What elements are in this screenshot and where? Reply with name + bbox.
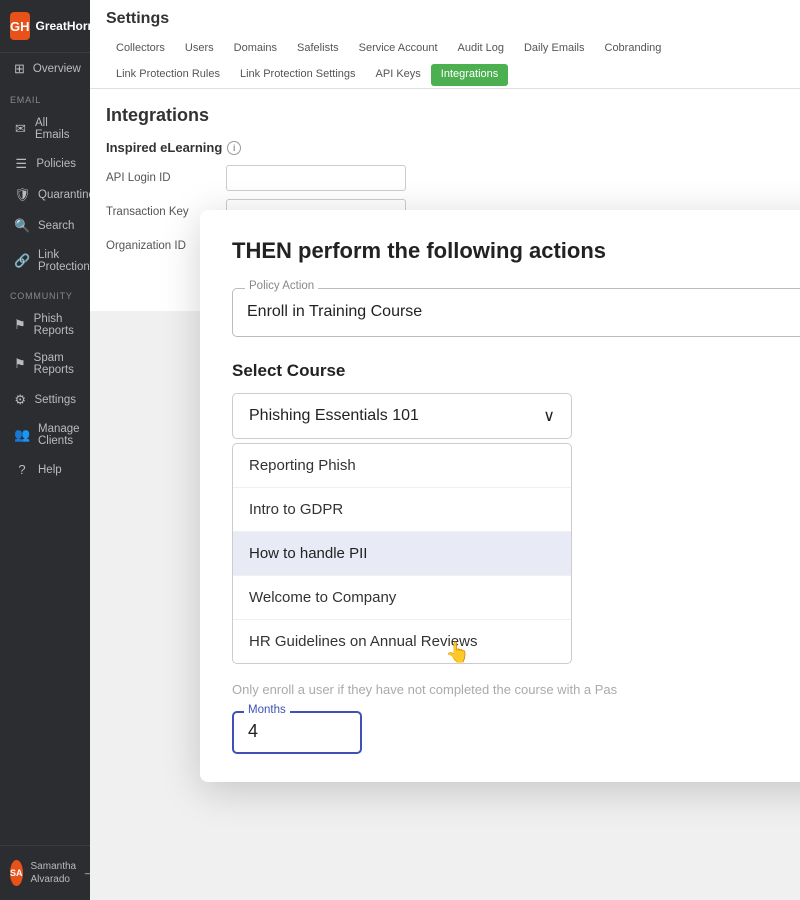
sidebar-item-help[interactable]: ? Help: [4, 455, 86, 484]
quarantine-icon: 🛡: [14, 187, 30, 203]
avatar: SA: [10, 860, 23, 886]
course-option-intro-to-gdpr[interactable]: Intro to GDPR: [233, 488, 571, 532]
overview-icon: ⊞: [14, 61, 25, 77]
course-option-reporting-phish[interactable]: Reporting Phish: [233, 444, 571, 488]
settings-tabs: Collectors Users Domains Safelists Servi…: [106, 36, 784, 88]
course-option-hr-guidelines[interactable]: HR Guidelines on Annual Reviews: [233, 620, 571, 663]
avatar-row: SA Samantha Alvarado ⇥: [0, 854, 90, 892]
tab-link-protection-rules[interactable]: Link Protection Rules: [106, 62, 230, 88]
policy-action-fieldset: Policy Action Enroll in Training Course …: [232, 288, 800, 337]
sidebar-item-phish-reports[interactable]: ⚑ Phish Reports: [4, 306, 86, 344]
logo-icon: GH: [10, 12, 30, 40]
info-icon[interactable]: i: [227, 141, 241, 155]
search-icon: 🔍: [14, 218, 30, 234]
sidebar-item-search[interactable]: 🔍 Search: [4, 211, 86, 241]
tab-service-account[interactable]: Service Account: [349, 36, 448, 62]
logo-text: GreatHorn: [36, 19, 95, 33]
sidebar-item-spam-reports[interactable]: ⚑ Spam Reports: [4, 345, 86, 383]
tab-domains[interactable]: Domains: [224, 36, 287, 62]
api-login-row: API Login ID: [106, 165, 784, 191]
sidebar-item-policies[interactable]: ☰ Policies: [4, 149, 86, 179]
sidebar-item-quarantine[interactable]: 🛡 Quarantine: [4, 180, 86, 210]
sidebar: GH GreatHorn ⊞ Overview EMAIL ✉ All Emai…: [0, 0, 90, 900]
tab-daily-emails[interactable]: Daily Emails: [514, 36, 595, 62]
tab-safelists[interactable]: Safelists: [287, 36, 349, 62]
policy-action-value: Enroll in Training Course: [247, 303, 422, 321]
overlay-title: THEN perform the following actions: [232, 238, 800, 264]
main-content: Settings Collectors Users Domains Safeli…: [90, 0, 800, 900]
user-name: Samantha Alvarado: [31, 860, 77, 886]
tab-collectors[interactable]: Collectors: [106, 36, 175, 62]
page-title: Settings: [106, 10, 784, 28]
sidebar-bottom: SA Samantha Alvarado ⇥: [0, 845, 90, 900]
policy-action-group: Policy Action Enroll in Training Course …: [232, 288, 800, 337]
settings-icon: ⚙: [14, 392, 26, 408]
course-option-how-to-handle-pii[interactable]: How to handle PII: [233, 532, 571, 576]
sidebar-section-email: EMAIL ✉ All Emails ☰ Policies 🛡 Quaranti…: [0, 85, 90, 281]
help-icon: ?: [14, 462, 30, 477]
policy-overlay: THEN perform the following actions Polic…: [200, 210, 800, 782]
course-chevron-icon: ∨: [543, 406, 555, 426]
policy-action-legend: Policy Action: [245, 280, 318, 292]
course-option-welcome-to-company[interactable]: Welcome to Company: [233, 576, 571, 620]
api-login-input[interactable]: [226, 165, 406, 191]
sidebar-item-all-emails[interactable]: ✉ All Emails: [4, 110, 86, 148]
months-value: 4: [248, 721, 346, 742]
email-section-label: EMAIL: [0, 85, 90, 109]
course-dropdown-button[interactable]: Phishing Essentials 101 ∨: [232, 393, 572, 439]
policy-action-dropdown[interactable]: Enroll in Training Course ∨: [247, 299, 800, 324]
sidebar-item-manage-clients[interactable]: 👥 Manage Clients: [4, 416, 86, 454]
policies-icon: ☰: [14, 156, 28, 172]
community-section-label: COMMUNITY: [0, 281, 90, 305]
tab-link-protection-settings[interactable]: Link Protection Settings: [230, 62, 366, 88]
months-fieldset: Months 4: [232, 711, 362, 754]
sidebar-section-bottom: ⚙ Settings 👥 Manage Clients ? Help: [0, 384, 90, 485]
sidebar-item-link-protection[interactable]: 🔗 Link Protection ▾: [4, 242, 86, 280]
spam-reports-icon: ⚑: [14, 356, 26, 372]
settings-header: Settings Collectors Users Domains Safeli…: [90, 0, 800, 89]
enroll-note: Only enroll a user if they have not comp…: [232, 682, 800, 697]
sidebar-logo: GH GreatHorn: [0, 0, 90, 53]
tab-users[interactable]: Users: [175, 36, 224, 62]
integration-section-title: Inspired eLearning i: [106, 140, 784, 155]
tab-cobranding[interactable]: Cobranding: [595, 36, 672, 62]
course-dropdown-list: Reporting Phish Intro to GDPR How to han…: [232, 443, 572, 664]
sidebar-item-overview[interactable]: ⊞ Overview: [4, 54, 86, 84]
tab-integrations[interactable]: Integrations: [431, 64, 508, 86]
all-emails-icon: ✉: [14, 121, 27, 137]
sidebar-section-main: ⊞ Overview: [0, 53, 90, 85]
course-dropdown-wrapper: Phishing Essentials 101 ∨ Reporting Phis…: [232, 393, 800, 664]
course-current-value: Phishing Essentials 101: [249, 407, 419, 425]
manage-clients-icon: 👥: [14, 427, 30, 443]
tab-api-keys[interactable]: API Keys: [366, 62, 431, 88]
select-course-label: Select Course: [232, 361, 800, 381]
months-group: Months 4: [232, 711, 362, 754]
api-login-label: API Login ID: [106, 172, 216, 184]
integrations-heading: Integrations: [106, 105, 784, 126]
tab-audit-log[interactable]: Audit Log: [448, 36, 514, 62]
phish-reports-icon: ⚑: [14, 317, 26, 333]
months-legend: Months: [244, 704, 290, 716]
sidebar-section-community: COMMUNITY ⚑ Phish Reports ⚑ Spam Reports: [0, 281, 90, 384]
sidebar-item-settings[interactable]: ⚙ Settings: [4, 385, 86, 415]
link-protection-icon: 🔗: [14, 253, 30, 269]
